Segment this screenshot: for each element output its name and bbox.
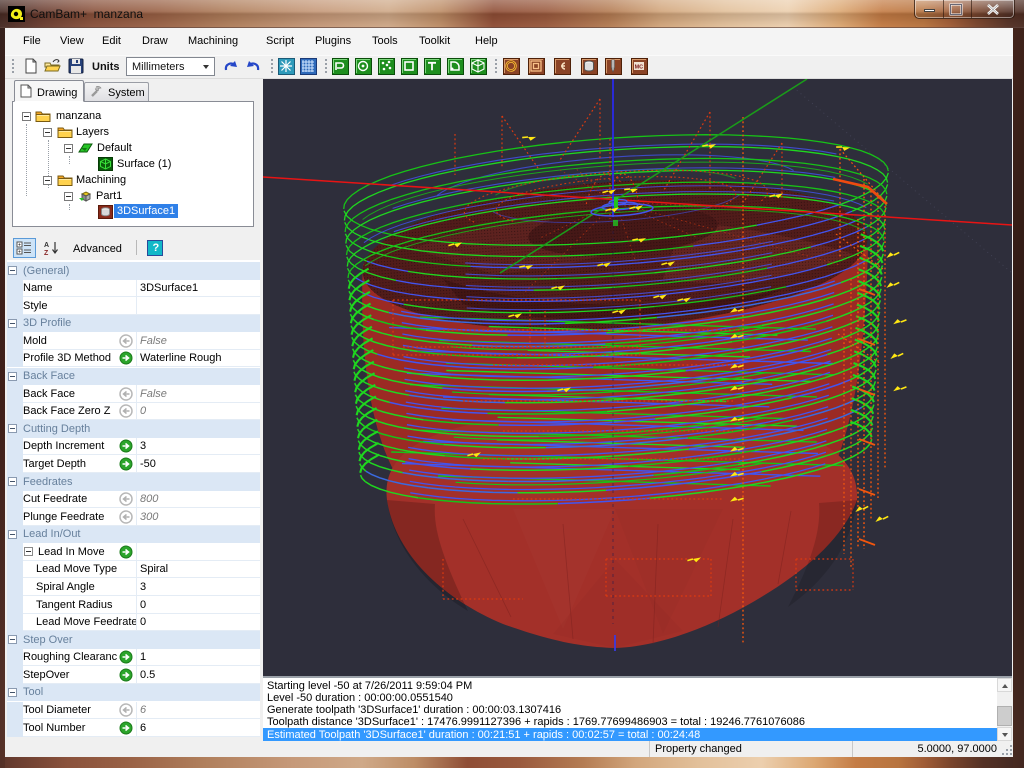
svg-text:A: A (44, 242, 49, 249)
svg-text:MC: MC (635, 65, 644, 71)
svg-text:Z: Z (44, 250, 49, 256)
